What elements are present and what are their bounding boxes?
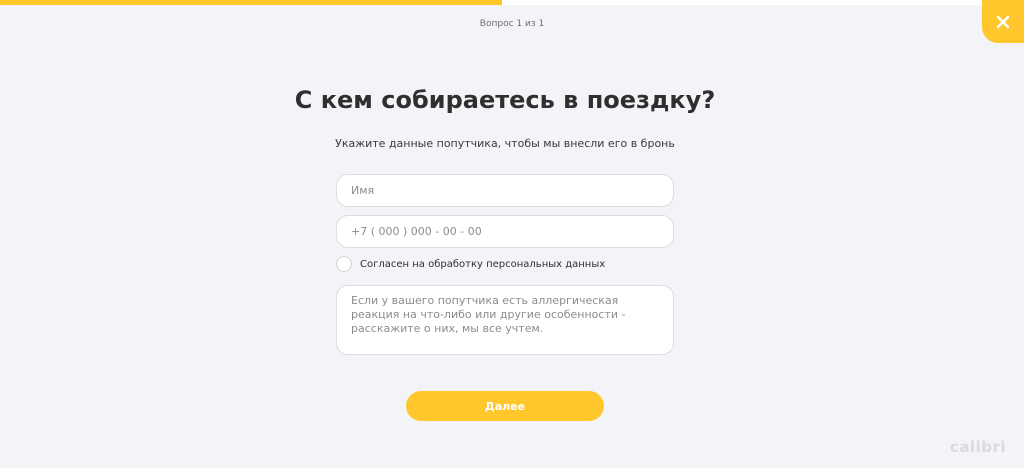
consent-checkbox-row[interactable]: Согласен на обработку персональных данны… — [336, 256, 605, 272]
question-counter: Вопрос 1 из 1 — [479, 19, 545, 29]
progress-bar — [0, 0, 1024, 5]
name-input[interactable] — [336, 174, 674, 207]
consent-label: Согласен на обработку персональных данны… — [360, 258, 606, 270]
phone-input[interactable] — [336, 215, 674, 248]
comment-textarea[interactable] — [336, 285, 674, 355]
page-subtitle: Укажите данные попутчика, чтобы мы внесл… — [335, 137, 675, 150]
progress-fill — [0, 0, 502, 5]
next-button[interactable]: Далее — [406, 391, 604, 421]
page-title: С кем собираетесь в поездку? — [294, 86, 716, 114]
consent-checkbox[interactable] — [336, 256, 352, 272]
brand-logo: calibri — [949, 438, 1006, 456]
